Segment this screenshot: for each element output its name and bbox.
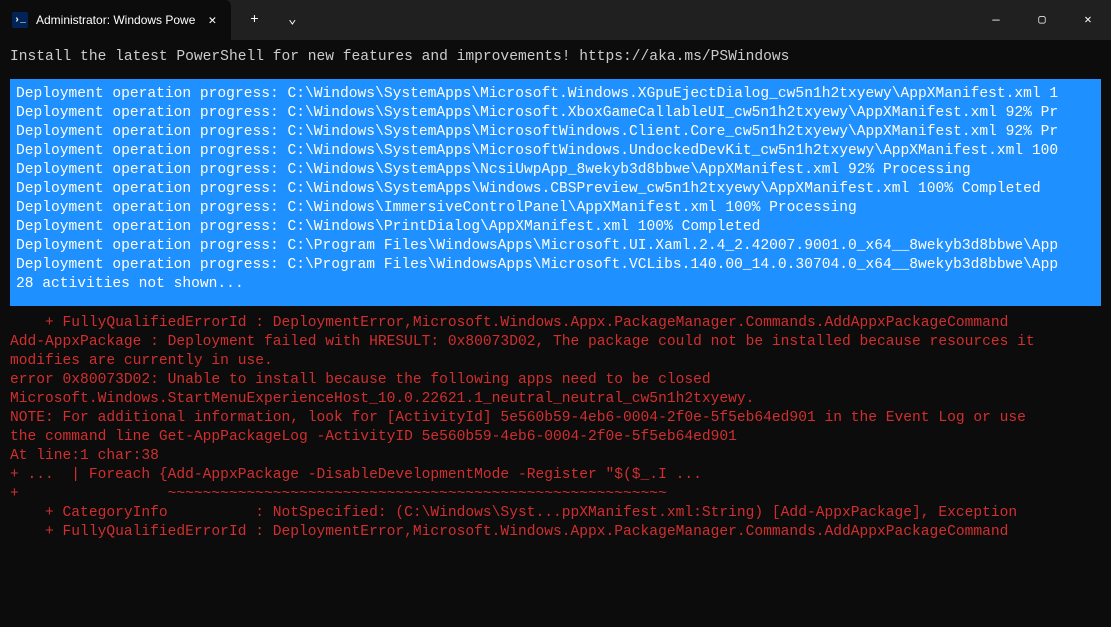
error-line: + ... | Foreach {Add-AppxPackage -Disabl… [10, 466, 1101, 485]
error-line: Add-AppxPackage : Deployment failed with… [10, 333, 1101, 352]
progress-line: Deployment operation progress: C:\Window… [16, 123, 1095, 142]
progress-line: Deployment operation progress: C:\Window… [16, 180, 1095, 199]
maximize-button[interactable]: ▢ [1019, 0, 1065, 40]
close-button[interactable]: ✕ [1065, 0, 1111, 40]
error-line: At line:1 char:38 [10, 447, 1101, 466]
progress-block: Deployment operation progress: C:\Window… [10, 79, 1101, 306]
error-line: + FullyQualifiedErrorId : DeploymentErro… [10, 314, 1101, 333]
progress-line: Deployment operation progress: C:\Window… [16, 218, 1095, 237]
progress-line: Deployment operation progress: C:\Window… [16, 85, 1095, 104]
terminal-output[interactable]: Install the latest PowerShell for new fe… [0, 40, 1111, 550]
titlebar-drag-area[interactable] [309, 0, 973, 40]
progress-line: Deployment operation progress: C:\Window… [16, 142, 1095, 161]
error-block: + FullyQualifiedErrorId : DeploymentErro… [10, 314, 1101, 542]
error-line: + CategoryInfo : NotSpecified: (C:\Windo… [10, 504, 1101, 523]
titlebar: ›_ Administrator: Windows Powe ✕ + ⌄ — ▢… [0, 0, 1111, 40]
progress-line: Deployment operation progress: C:\Window… [16, 161, 1095, 180]
tab-title: Administrator: Windows Powe [36, 11, 195, 30]
banner-line: Install the latest PowerShell for new fe… [10, 48, 1101, 67]
error-line: Microsoft.Windows.StartMenuExperienceHos… [10, 390, 1101, 409]
error-line: NOTE: For additional information, look f… [10, 409, 1101, 428]
error-line: modifies are currently in use. [10, 352, 1101, 371]
progress-line: Deployment operation progress: C:\Progra… [16, 256, 1095, 275]
progress-line: Deployment operation progress: C:\Window… [16, 199, 1095, 218]
tab-controls: + ⌄ [231, 0, 309, 40]
error-line: + FullyQualifiedErrorId : DeploymentErro… [10, 523, 1101, 542]
scrollbar[interactable] [1099, 45, 1109, 620]
error-line: the command line Get-AppPackageLog -Acti… [10, 428, 1101, 447]
error-line: + ~~~~~~~~~~~~~~~~~~~~~~~~~~~~~~~~~~~~~~… [10, 485, 1101, 504]
progress-line: Deployment operation progress: C:\Window… [16, 104, 1095, 123]
tab-active[interactable]: ›_ Administrator: Windows Powe ✕ [0, 0, 231, 40]
error-line: error 0x80073D02: Unable to install beca… [10, 371, 1101, 390]
progress-line: 28 activities not shown... [16, 275, 1095, 294]
minimize-button[interactable]: — [973, 0, 1019, 40]
window-controls: — ▢ ✕ [973, 0, 1111, 40]
tab-close-button[interactable]: ✕ [203, 11, 221, 29]
tab-dropdown-button[interactable]: ⌄ [275, 5, 309, 35]
new-tab-button[interactable]: + [237, 5, 271, 35]
progress-line: Deployment operation progress: C:\Progra… [16, 237, 1095, 256]
powershell-icon: ›_ [12, 12, 28, 28]
